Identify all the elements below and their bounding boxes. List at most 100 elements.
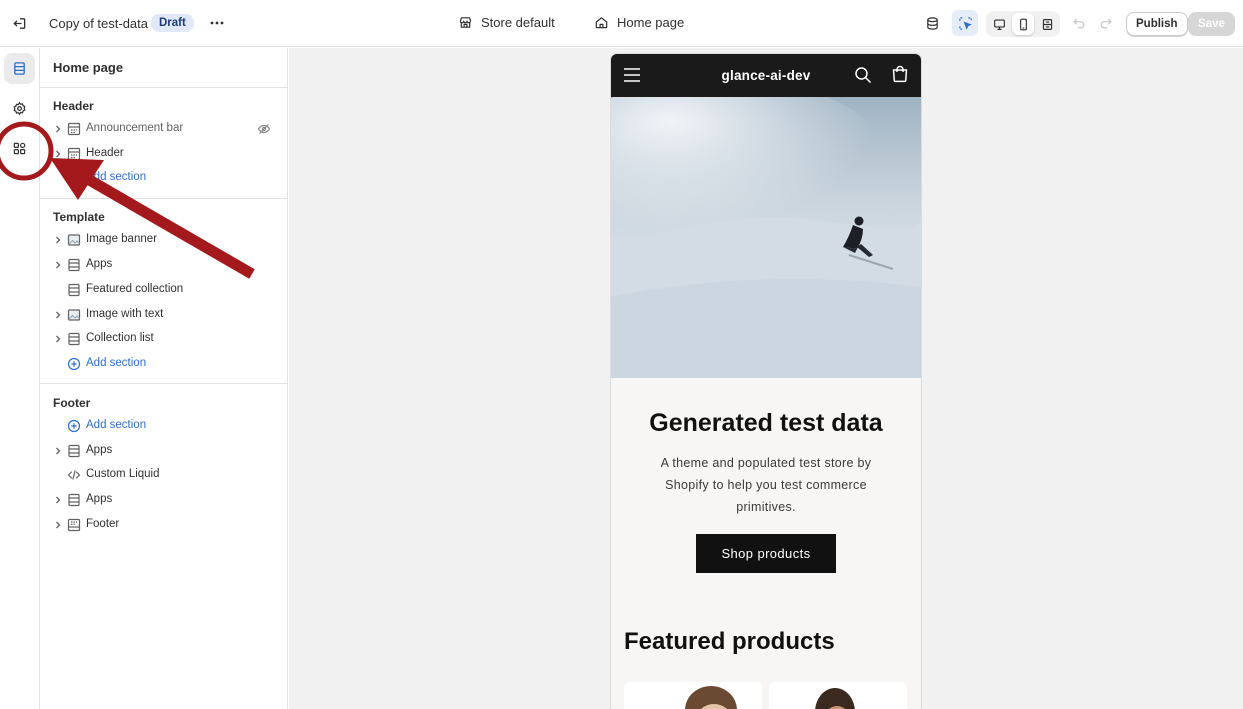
section-label: Image with text [86,308,164,320]
footer-section-icon [67,518,81,532]
section-label: Apps [86,258,113,270]
chevron-right-icon[interactable] [53,446,63,456]
hero-image[interactable] [611,97,921,378]
section-image-banner[interactable]: Image banner [40,228,287,252]
section-label: Announcement bar [86,122,184,134]
section-label: Footer [86,518,120,530]
section-featured-collection[interactable]: Featured collection [40,278,287,302]
section-footer[interactable]: Footer [40,513,287,537]
mobile-preview: glance-ai-dev Generated test data A them… [611,54,921,709]
expand-icon [1042,18,1052,30]
chevron-right-icon[interactable] [53,149,63,159]
sections-sidebar: Home page Header Announcement bar Header… [40,48,288,709]
add-section-link[interactable]: Add section [86,357,146,369]
product-image [685,686,737,709]
chevron-right-icon[interactable] [53,334,63,344]
chevron-right-icon[interactable] [53,495,63,505]
undo-button[interactable] [1066,10,1092,36]
image-section-icon [67,234,81,246]
add-section-template[interactable]: Add section [40,352,287,376]
editor-rail [0,48,40,709]
header-section-icon [67,122,81,136]
group-title-template: Template [53,210,105,224]
rail-theme-settings[interactable] [4,93,35,124]
section-label: Apps [86,444,113,456]
home-icon [595,17,608,29]
status-badge: Draft [151,14,194,32]
mobile-view-button[interactable] [1012,13,1034,35]
more-actions-button[interactable] [204,10,230,36]
section-custom-liquid[interactable]: Custom Liquid [40,463,287,487]
chevron-right-icon[interactable] [53,260,63,270]
plus-circle-icon [67,419,81,433]
section-label: Collection list [86,332,154,344]
chevron-right-icon[interactable] [53,310,63,320]
add-section-link[interactable]: Add section [86,419,146,431]
cart-icon[interactable] [891,65,909,83]
ellipsis-icon [210,21,224,25]
ai-assist-button[interactable] [919,10,945,36]
divider [40,198,287,199]
store-name[interactable]: glance-ai-dev [611,68,921,83]
rail-app-embeds[interactable] [4,133,35,164]
section-icon [68,258,80,272]
section-apps[interactable]: Apps [40,253,287,277]
hero-title: Generated test data [649,409,883,437]
divider [40,383,287,384]
store-selector-label: Store default [481,15,555,30]
add-section-header[interactable]: Add section [40,166,287,190]
header-section-icon [67,147,81,161]
product-image [815,688,855,709]
section-label: Custom Liquid [86,468,160,480]
chevron-right-icon[interactable] [53,235,63,245]
publish-button[interactable]: Publish [1126,12,1188,36]
redo-button[interactable] [1093,10,1119,36]
code-icon [67,470,81,480]
apps-icon [13,142,26,155]
hero-subtitle: A theme and populated test store by Shop… [660,456,872,514]
product-card[interactable] [769,682,907,709]
rail-sections[interactable] [4,53,35,84]
store-selector[interactable]: Store default [458,15,555,30]
divider [40,87,287,88]
redo-icon [1100,18,1112,29]
section-collection-list[interactable]: Collection list [40,327,287,351]
mobile-icon [1019,18,1027,30]
add-section-footer[interactable]: Add section [40,414,287,438]
save-button[interactable]: Save [1188,12,1235,36]
inspector-toggle[interactable] [952,10,978,36]
desktop-view-button[interactable] [988,13,1010,35]
featured-products-title: Featured products [624,628,835,655]
editor-topbar: Copy of test-data Draft Store default Ho… [0,0,1243,47]
store-header: glance-ai-dev [611,54,921,97]
group-title-footer: Footer [53,396,91,410]
section-header[interactable]: Header [40,142,287,166]
plus-circle-icon [67,357,81,371]
image-section-icon [67,309,81,321]
sections-icon [14,62,25,75]
fullscreen-view-button[interactable] [1036,13,1058,35]
section-icon [68,493,80,507]
search-icon[interactable] [854,66,872,84]
section-label: Header [86,147,124,159]
shop-products-button[interactable]: Shop products [696,534,836,573]
sidebar-title: Home page [53,60,124,75]
gear-icon [13,101,26,116]
product-card[interactable] [624,682,762,709]
chevron-right-icon[interactable] [53,520,63,530]
section-label: Apps [86,493,113,505]
exit-button[interactable] [6,10,32,36]
eye-hidden-icon[interactable] [257,122,271,136]
section-apps-footer-2[interactable]: Apps [40,488,287,512]
section-label: Image banner [86,233,157,245]
section-icon [68,444,80,458]
section-announcement-bar[interactable]: Announcement bar [40,117,287,141]
section-apps-footer-1[interactable]: Apps [40,439,287,463]
section-image-with-text[interactable]: Image with text [40,303,287,327]
desktop-icon [993,18,1005,30]
page-selector-label: Home page [617,15,685,30]
add-section-link[interactable]: Add section [86,171,146,183]
section-icon [68,332,80,346]
chevron-right-icon[interactable] [53,124,63,134]
page-selector[interactable]: Home page [594,15,684,30]
